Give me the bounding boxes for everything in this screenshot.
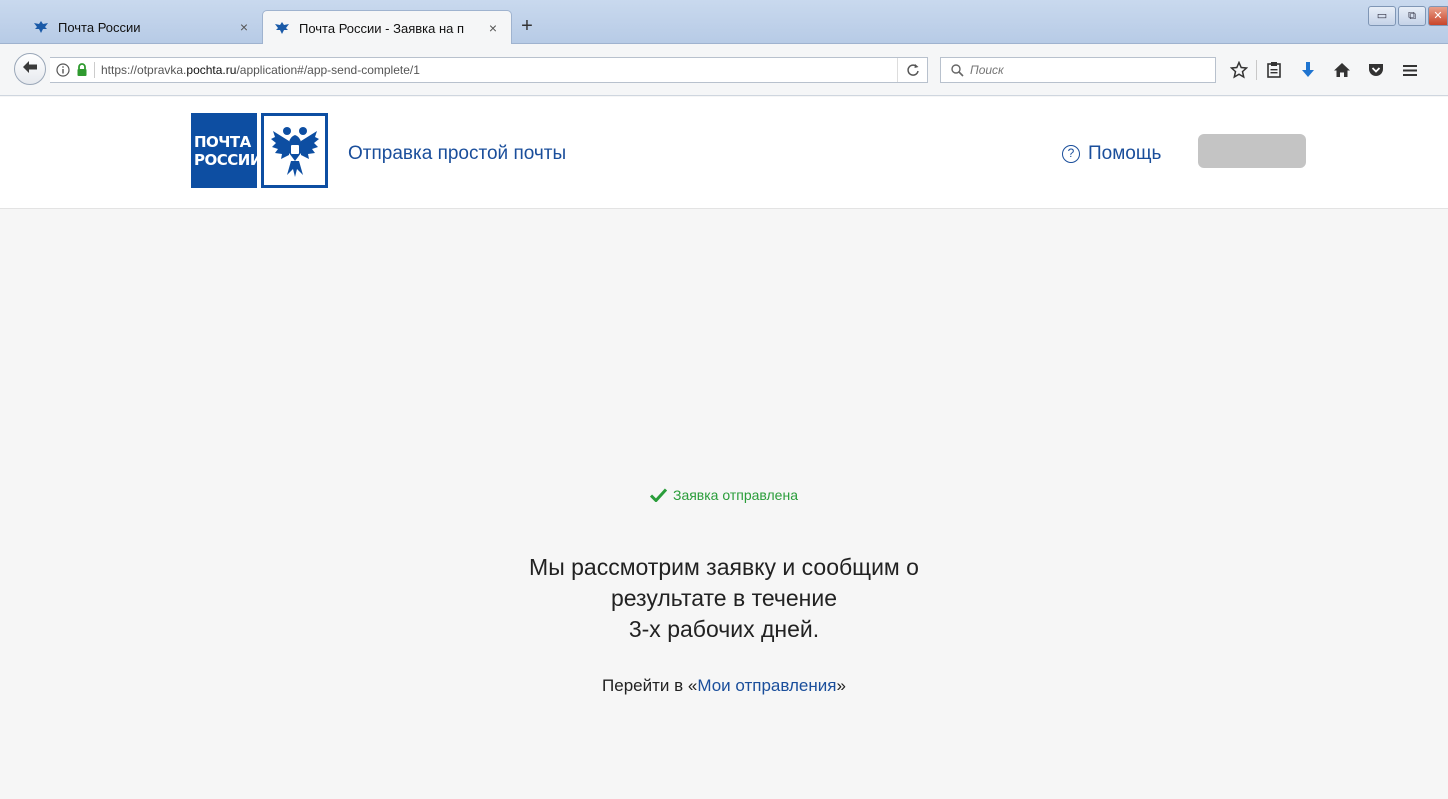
search-bar[interactable] — [940, 57, 1216, 83]
logo-text-line2: РОССИИ — [194, 151, 262, 169]
browser-nav-bar: https://otpravka.pochta.ru/application#/… — [0, 44, 1448, 96]
status-text: Заявка отправлена — [672, 487, 798, 503]
back-button[interactable] — [14, 53, 46, 85]
goto-shipments: Перейти в «Мои отправления» — [0, 676, 1448, 696]
close-tab-icon[interactable]: × — [236, 19, 252, 35]
help-label: Помощь — [1088, 143, 1162, 164]
status-message: Заявка отправлена — [0, 487, 1448, 503]
pocket-icon[interactable] — [1359, 56, 1393, 84]
help-link[interactable]: ? Помощь — [1062, 143, 1161, 165]
pochta-rossii-logo[interactable]: ПОЧТА РОССИИ — [191, 113, 328, 188]
eagle-favicon-icon — [273, 20, 291, 36]
site-header: ПОЧТА РОССИИ Отправка простой почты ? По… — [0, 97, 1448, 209]
address-bar[interactable]: https://otpravka.pochta.ru/application#/… — [50, 57, 928, 83]
my-shipments-link[interactable]: Мои отправления — [697, 676, 836, 695]
tab-title: Почта России - Заявка на п — [299, 20, 465, 36]
menu-icon[interactable] — [1393, 56, 1427, 84]
browser-tab[interactable]: Почта России × — [22, 10, 262, 44]
close-tab-icon[interactable]: × — [485, 20, 501, 36]
eagle-favicon-icon — [32, 19, 50, 35]
home-icon[interactable] — [1325, 56, 1359, 84]
goto-suffix: » — [836, 676, 846, 695]
close-window-button[interactable]: ✕ — [1428, 6, 1448, 26]
search-icon — [951, 63, 964, 77]
logo-text-line1: ПОЧТА — [194, 133, 251, 151]
download-icon[interactable] — [1291, 56, 1325, 84]
confirmation-message: Мы рассмотрим заявку и сообщим о результ… — [0, 552, 1448, 645]
message-line: результате в течение — [610, 585, 837, 611]
restore-button[interactable]: ⧉ — [1398, 6, 1426, 26]
tab-title: Почта России — [58, 19, 141, 35]
browser-tab-active[interactable]: Почта России - Заявка на п × — [262, 10, 512, 45]
new-tab-button[interactable]: + — [516, 16, 538, 38]
url-text[interactable]: https://otpravka.pochta.ru/application#/… — [101, 63, 897, 77]
url-separator — [94, 62, 95, 78]
browser-tab-bar: Почта России × Почта России - Заявка на … — [0, 0, 1448, 45]
info-icon[interactable] — [56, 63, 70, 77]
browser-toolbar — [1222, 56, 1427, 84]
goto-prefix: Перейти в « — [602, 676, 698, 695]
bookmark-star-icon[interactable] — [1222, 56, 1256, 84]
eagle-emblem-icon — [261, 113, 328, 188]
message-line: 3-х рабочих дней. — [628, 616, 820, 642]
window-controls: ▭ ⧉ ✕ — [1368, 6, 1448, 26]
search-input[interactable] — [970, 63, 1200, 77]
message-line: Мы рассмотрим заявку и сообщим о — [529, 554, 919, 580]
minimize-button[interactable]: ▭ — [1368, 6, 1396, 26]
logo-wordmark: ПОЧТА РОССИИ — [191, 113, 262, 188]
back-arrow-icon — [22, 60, 38, 79]
checkmark-icon — [649, 488, 667, 502]
site-title-link[interactable]: Отправка простой почты — [348, 143, 566, 165]
help-circle-icon: ? — [1062, 145, 1080, 163]
reading-list-icon[interactable] — [1257, 56, 1291, 84]
reload-icon[interactable] — [897, 58, 927, 82]
user-account-button[interactable] — [1198, 134, 1306, 168]
lock-icon[interactable] — [76, 63, 88, 77]
